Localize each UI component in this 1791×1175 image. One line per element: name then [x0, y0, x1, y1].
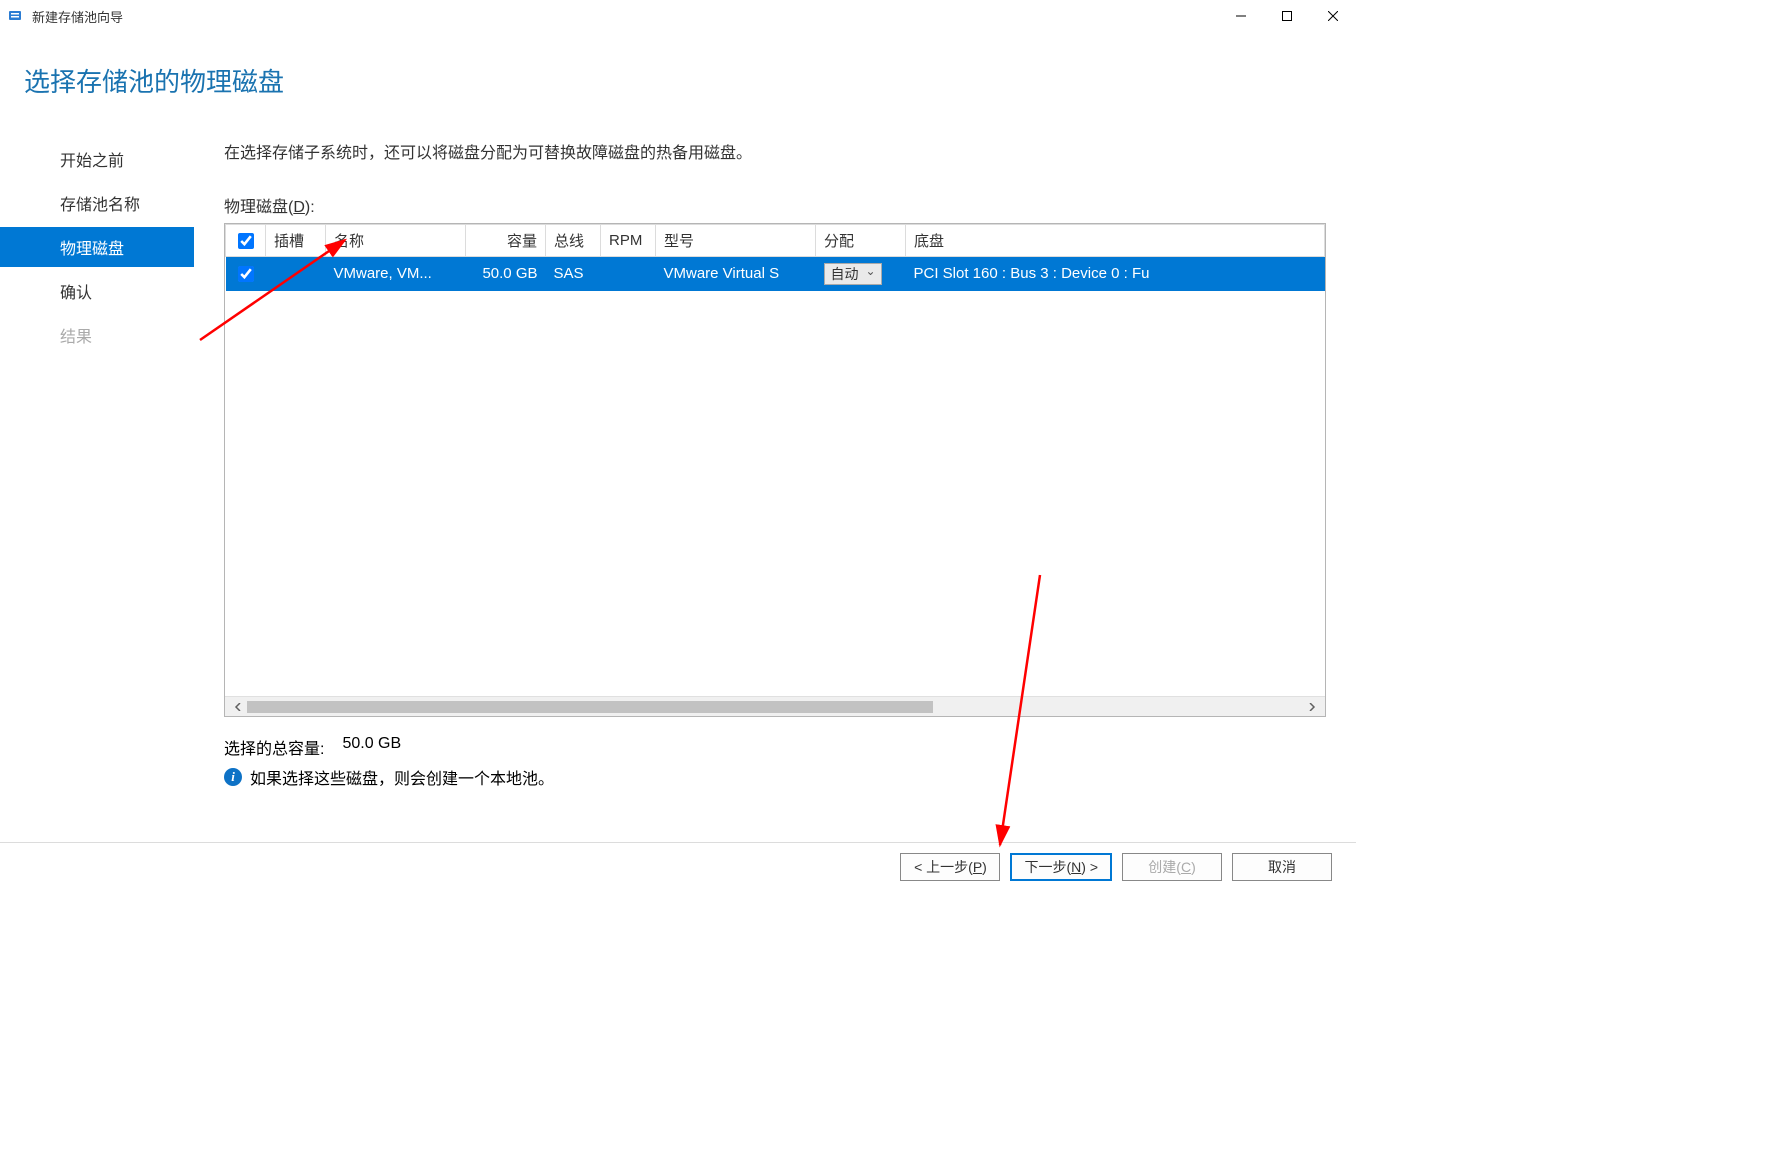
cell-capacity: 50.0 GB [466, 257, 546, 291]
table-label: 物理磁盘(D): [224, 193, 1326, 217]
scroll-thumb[interactable] [247, 701, 933, 713]
cell-chassis: PCI Slot 160 : Bus 3 : Device 0 : Fu [906, 257, 1325, 291]
col-checkbox[interactable] [226, 225, 266, 257]
step-results: 结果 [48, 315, 194, 355]
scroll-track[interactable] [247, 699, 1303, 715]
step-confirm[interactable]: 确认 [48, 271, 194, 311]
description-text: 在选择存储子系统时，还可以将磁盘分配为可替换故障磁盘的热备用磁盘。 [224, 139, 1326, 163]
page-heading: 选择存储池的物理磁盘 [0, 32, 1356, 99]
horizontal-scrollbar[interactable] [225, 696, 1325, 716]
select-all-checkbox[interactable] [238, 233, 254, 249]
step-pool-name[interactable]: 存储池名称 [48, 183, 194, 223]
info-text: 如果选择这些磁盘，则会创建一个本地池。 [250, 765, 554, 789]
col-slot[interactable]: 插槽 [266, 225, 326, 257]
cell-bus: SAS [546, 257, 601, 291]
cell-slot [266, 257, 326, 291]
table-row[interactable]: VMware, VM... 50.0 GB SAS VMware Virtual… [226, 257, 1325, 291]
cell-allocation: 自动 [816, 257, 906, 291]
app-icon [8, 8, 24, 24]
cell-name: VMware, VM... [326, 257, 466, 291]
close-button[interactable] [1310, 0, 1356, 32]
col-rpm[interactable]: RPM [601, 225, 656, 257]
wizard-footer: < 上一步(P) 下一步(N) > 创建(C) 取消 [0, 842, 1356, 890]
titlebar: 新建存储池向导 [0, 0, 1356, 32]
cell-rpm [601, 257, 656, 291]
col-name[interactable]: 名称 [326, 225, 466, 257]
col-bus[interactable]: 总线 [546, 225, 601, 257]
step-before-you-begin[interactable]: 开始之前 [48, 139, 194, 179]
minimize-button[interactable] [1218, 0, 1264, 32]
previous-button[interactable]: < 上一步(P) [900, 853, 1000, 881]
window-title: 新建存储池向导 [32, 7, 123, 26]
disks-table-container: 插槽 名称 容量 总线 RPM 型号 分配 底盘 [224, 223, 1326, 717]
cancel-button[interactable]: 取消 [1232, 853, 1332, 881]
capacity-summary: 选择的总容量: 50.0 GB [224, 735, 1326, 759]
col-capacity[interactable]: 容量 [466, 225, 546, 257]
maximize-button[interactable] [1264, 0, 1310, 32]
col-allocation[interactable]: 分配 [816, 225, 906, 257]
col-model[interactable]: 型号 [656, 225, 816, 257]
info-icon: i [224, 768, 242, 786]
disks-table: 插槽 名称 容量 总线 RPM 型号 分配 底盘 [225, 224, 1325, 291]
scroll-left-icon[interactable] [229, 699, 247, 715]
col-chassis[interactable]: 底盘 [906, 225, 1325, 257]
wizard-steps-sidebar: 开始之前 存储池名称 物理磁盘 确认 结果 [0, 139, 194, 789]
step-physical-disks[interactable]: 物理磁盘 [0, 227, 194, 267]
info-note: i 如果选择这些磁盘，则会创建一个本地池。 [224, 765, 1326, 789]
next-button[interactable]: 下一步(N) > [1010, 853, 1112, 881]
cell-model: VMware Virtual S [656, 257, 816, 291]
summary-label: 选择的总容量: [224, 735, 324, 759]
scroll-right-icon[interactable] [1303, 699, 1321, 715]
summary-value: 50.0 GB [342, 735, 401, 759]
row-checkbox[interactable] [238, 266, 254, 282]
create-button: 创建(C) [1122, 853, 1222, 881]
allocation-select[interactable]: 自动 [824, 263, 882, 285]
